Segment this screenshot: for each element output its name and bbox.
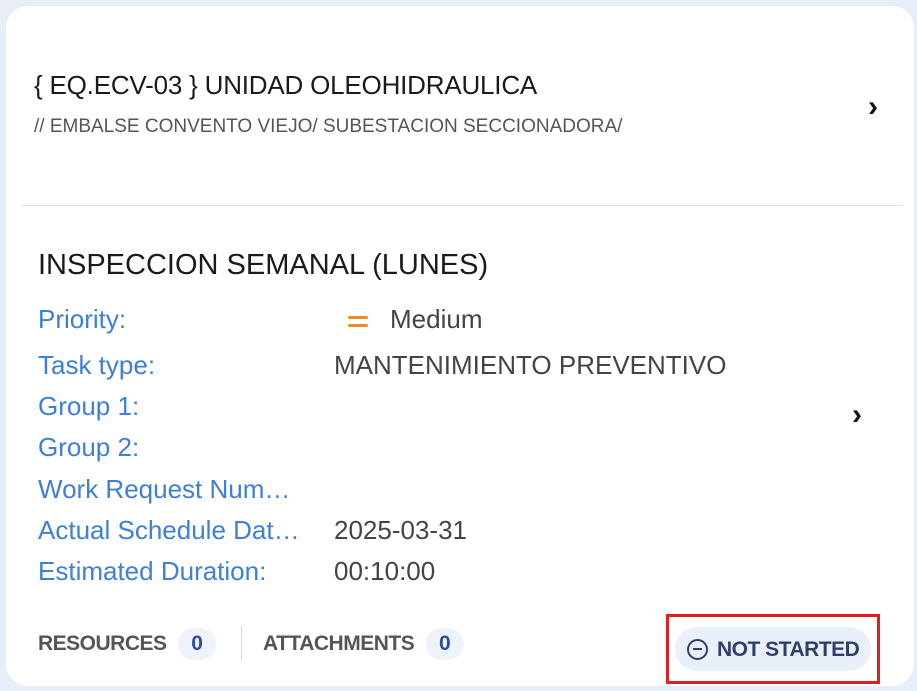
- duration-value: 00:10:00: [334, 556, 436, 586]
- status-button[interactable]: NOT STARTED: [675, 627, 871, 671]
- chevron-right-icon[interactable]: ›: [868, 92, 878, 122]
- section-divider: [22, 205, 902, 206]
- footer-separator: [241, 626, 242, 660]
- task-type-value: MANTENIMIENTO PREVENTIVO: [334, 350, 727, 380]
- schedule-date-value: 2025-03-31: [334, 515, 467, 545]
- resources-tab[interactable]: RESOURCES 0: [38, 628, 216, 660]
- status-label: NOT STARTED: [717, 638, 860, 661]
- equipment-title: { EQ.ECV-03 } UNIDAD OLEOHIDRAULICA: [34, 70, 538, 100]
- duration-label: Estimated Duration:: [38, 556, 267, 586]
- attachments-label: ATTACHMENTS: [263, 632, 415, 655]
- priority-value: Medium: [390, 304, 483, 334]
- task-type-label: Task type:: [38, 350, 156, 380]
- group2-label: Group 2:: [38, 432, 140, 462]
- resources-label: RESOURCES: [38, 632, 167, 655]
- schedule-date-label: Actual Schedule Dat…: [38, 515, 300, 545]
- minus-circle-icon: [687, 639, 708, 660]
- resources-count-badge: 0: [177, 628, 216, 660]
- task-title: INSPECCION SEMANAL (LUNES): [38, 249, 489, 281]
- work-request-label: Work Request Num…: [38, 474, 291, 504]
- chevron-right-icon[interactable]: ›: [852, 400, 862, 430]
- priority-medium-icon: [348, 316, 368, 328]
- attachments-tab[interactable]: ATTACHMENTS 0: [263, 628, 464, 660]
- priority-label: Priority:: [38, 304, 127, 334]
- equipment-header[interactable]: { EQ.ECV-03 } UNIDAD OLEOHIDRAULICA // E…: [6, 6, 914, 206]
- work-order-card: { EQ.ECV-03 } UNIDAD OLEOHIDRAULICA // E…: [6, 6, 914, 686]
- group1-label: Group 1:: [38, 391, 140, 421]
- equipment-path: // EMBALSE CONVENTO VIEJO/ SUBESTACION S…: [34, 116, 623, 137]
- status-highlight-frame: NOT STARTED: [666, 614, 880, 684]
- attachments-count-badge: 0: [425, 628, 464, 660]
